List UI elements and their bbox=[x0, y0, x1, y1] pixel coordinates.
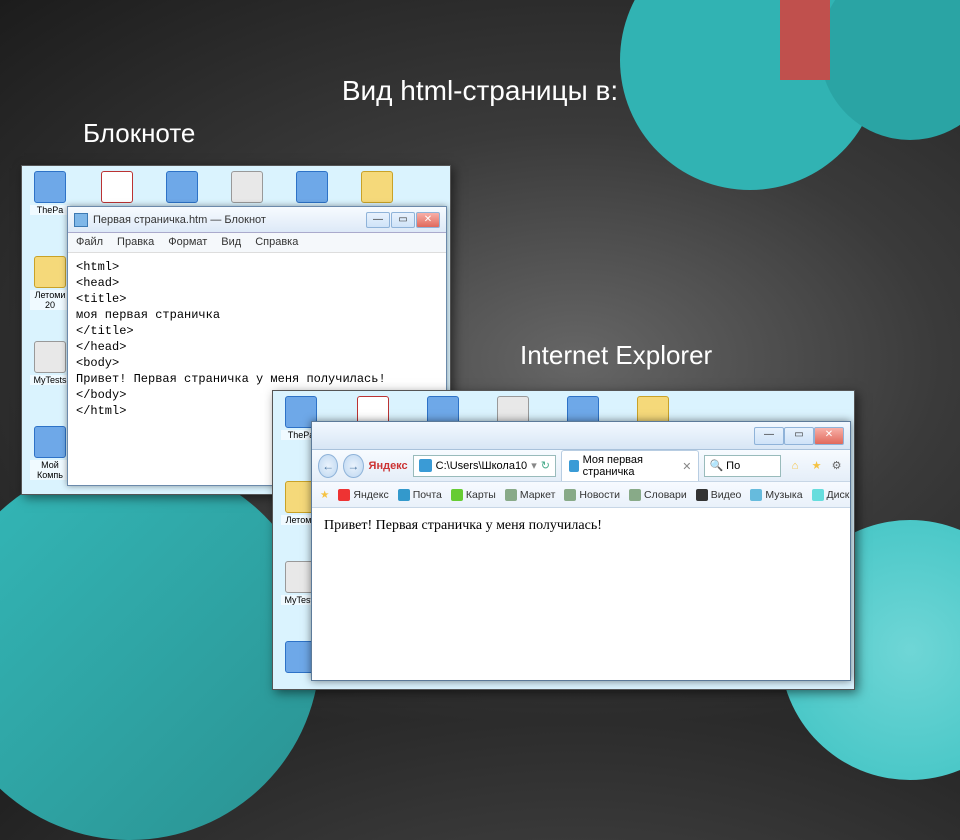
maximize-button[interactable]: ▭ bbox=[391, 212, 415, 228]
fav-icon bbox=[451, 489, 463, 501]
desktop-icon[interactable]: MyTests bbox=[30, 341, 70, 391]
notepad-title-text: Первая страничка.htm — Блокнот bbox=[93, 214, 266, 226]
screenshot-ie: ThePa Летоми MyTests — ▭ ✕ ← → Яндекс C:… bbox=[272, 390, 855, 690]
close-button[interactable]: ✕ bbox=[814, 427, 844, 445]
ie-window: — ▭ ✕ ← → Яндекс C:\Users\Школа10 ▾ ↻ Мо… bbox=[311, 421, 851, 681]
fav-link[interactable]: Маркет bbox=[505, 489, 556, 501]
fav-link[interactable]: Словари bbox=[629, 489, 687, 501]
ie-page-content: Привет! Первая страничка у меня получила… bbox=[312, 508, 850, 544]
maximize-button[interactable]: ▭ bbox=[784, 427, 814, 445]
ie-nav-bar: ← → Яндекс C:\Users\Школа10 ▾ ↻ Моя перв… bbox=[312, 450, 850, 482]
forward-button[interactable]: → bbox=[343, 454, 363, 478]
favorites-icon[interactable]: ★ bbox=[809, 459, 824, 472]
slide-title: Вид html-страницы в: bbox=[0, 75, 960, 107]
notepad-titlebar[interactable]: Первая страничка.htm — Блокнот — ▭ ✕ bbox=[68, 207, 446, 233]
fav-icon bbox=[338, 489, 350, 501]
fav-link[interactable]: Видео bbox=[696, 489, 742, 501]
tab-title: Моя первая страничка bbox=[583, 454, 676, 478]
desktop-icon[interactable]: Летоми 20 bbox=[30, 256, 70, 306]
desktop-icon[interactable]: ThePa bbox=[30, 171, 70, 221]
dropdown-icon[interactable]: ▾ bbox=[531, 459, 537, 472]
fav-link[interactable]: Диск bbox=[812, 489, 850, 501]
fav-icon bbox=[629, 489, 641, 501]
address-text: C:\Users\Школа10 bbox=[436, 460, 528, 472]
refresh-icon[interactable]: ↻ bbox=[541, 459, 550, 472]
ie-favicon-icon bbox=[569, 460, 579, 472]
ie-titlebar[interactable]: — ▭ ✕ bbox=[312, 422, 850, 450]
search-box[interactable]: 🔍 По bbox=[704, 455, 780, 477]
desktop-icon[interactable]: Мой Компь bbox=[30, 426, 70, 476]
star-icon[interactable]: ★ bbox=[320, 489, 329, 501]
home-icon[interactable]: ⌂ bbox=[786, 460, 804, 472]
label-notepad: Блокноте bbox=[83, 118, 195, 149]
fav-icon bbox=[750, 489, 762, 501]
fav-icon bbox=[564, 489, 576, 501]
fav-link[interactable]: Почта bbox=[398, 489, 442, 501]
fav-icon bbox=[398, 489, 410, 501]
label-ie: Internet Explorer bbox=[520, 340, 712, 371]
search-placeholder: По bbox=[726, 460, 740, 472]
minimize-button[interactable]: — bbox=[754, 427, 784, 445]
fav-link[interactable]: Музыка bbox=[750, 489, 802, 501]
tab-close-icon[interactable]: ✕ bbox=[682, 460, 691, 473]
yandex-logo[interactable]: Яндекс bbox=[369, 460, 408, 472]
fav-icon bbox=[812, 489, 824, 501]
menu-edit[interactable]: Правка bbox=[117, 236, 154, 249]
ie-favorites-bar: ★ Яндекс Почта Карты Маркет Новости Слов… bbox=[312, 482, 850, 508]
minimize-button[interactable]: — bbox=[366, 212, 390, 228]
back-button[interactable]: ← bbox=[318, 454, 338, 478]
fav-link[interactable]: Новости bbox=[564, 489, 620, 501]
decor-red-bar bbox=[780, 0, 830, 80]
ie-tab[interactable]: Моя первая страничка ✕ bbox=[561, 450, 700, 481]
ie-favicon-icon bbox=[419, 459, 432, 472]
menu-format[interactable]: Формат bbox=[168, 236, 207, 249]
menu-file[interactable]: Файл bbox=[76, 236, 103, 249]
notepad-menu: Файл Правка Формат Вид Справка bbox=[68, 233, 446, 253]
notepad-icon bbox=[74, 213, 88, 227]
address-bar[interactable]: C:\Users\Школа10 ▾ ↻ bbox=[413, 455, 556, 477]
close-button[interactable]: ✕ bbox=[416, 212, 440, 228]
menu-view[interactable]: Вид bbox=[221, 236, 241, 249]
search-icon: 🔍 bbox=[709, 459, 723, 472]
fav-icon bbox=[696, 489, 708, 501]
fav-link[interactable]: Яндекс bbox=[338, 489, 388, 501]
fav-link[interactable]: Карты bbox=[451, 489, 496, 501]
tools-icon[interactable]: ⚙ bbox=[829, 459, 844, 472]
menu-help[interactable]: Справка bbox=[255, 236, 298, 249]
fav-icon bbox=[505, 489, 517, 501]
